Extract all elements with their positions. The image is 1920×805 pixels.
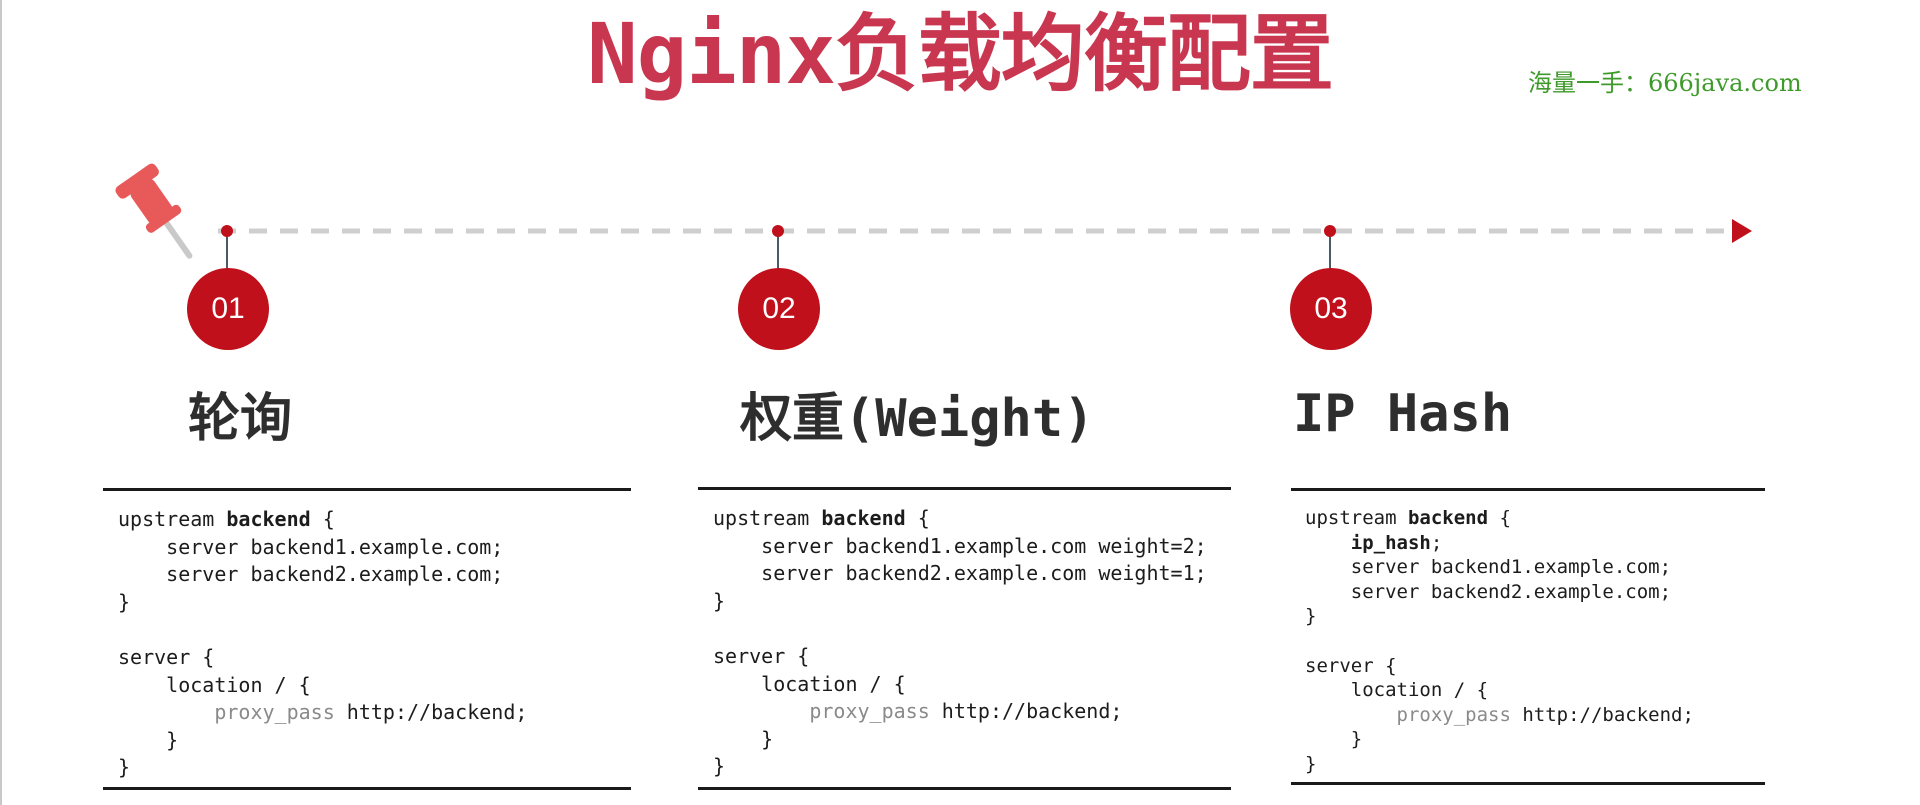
code-line: } (1305, 727, 1765, 752)
code-line: server backend2.example.com; (1305, 580, 1765, 605)
step-title-2: 权重(Weight) (740, 389, 1095, 449)
step-number-2: 02 (738, 268, 820, 350)
code-line: proxy_pass http://backend; (713, 698, 1231, 726)
code-line: proxy_pass http://backend; (1305, 703, 1765, 728)
code-text: server backend1.example.com; (1305, 556, 1672, 579)
code-keyword: backend (821, 506, 906, 530)
code-line: location / { (118, 672, 631, 700)
code-block-3: upstream backend { ip_hash; server backe… (1291, 488, 1765, 785)
code-text: server backend2.example.com; (1305, 580, 1672, 603)
pushpin-icon (115, 163, 193, 259)
code-text: } (713, 754, 726, 779)
step-title-3: IP Hash (1293, 384, 1513, 444)
code-text: { (310, 507, 335, 531)
code-line: server { (1305, 654, 1765, 679)
code-line: server backend1.example.com; (118, 534, 631, 562)
code-line: server backend2.example.com weight=1; (713, 560, 1231, 588)
code-text: } (118, 727, 179, 752)
code-block-1: upstream backend { server backend1.examp… (103, 488, 631, 790)
code-text: location / { (1305, 679, 1489, 702)
code-text: ; (1430, 531, 1443, 554)
code-line: upstream backend { (1305, 506, 1765, 531)
code-text: server { (713, 643, 810, 668)
code-line: upstream backend { (713, 505, 1231, 533)
code-text: server backend2.example.com; (118, 562, 504, 587)
step-dot-2 (772, 225, 784, 237)
code-text: server { (118, 644, 215, 669)
code-line: } (1305, 752, 1765, 777)
code-line: } (118, 727, 631, 755)
watermark-text: 海量一手：666java.com (1528, 69, 1802, 97)
code-text: } (118, 589, 131, 614)
code-line: } (713, 753, 1231, 781)
code-text: server backend1.example.com weight=2; (713, 533, 1207, 558)
code-keyword: backend (1407, 507, 1489, 529)
code-text: http://backend; (334, 700, 528, 725)
code-text: server backend2.example.com weight=1; (713, 561, 1207, 586)
code-text: upstream (118, 507, 227, 531)
code-text: } (1305, 728, 1363, 751)
code-text: server { (1305, 654, 1397, 677)
code-text: http://backend; (1510, 703, 1694, 726)
code-line: } (713, 726, 1231, 754)
page-left-edge (0, 0, 2, 805)
code-text: upstream (1305, 507, 1408, 529)
step-dot-1 (221, 225, 233, 237)
code-keyword: ip_hash (1350, 531, 1431, 554)
code-text: location / { (713, 671, 906, 696)
code-directive: proxy_pass (214, 700, 335, 725)
code-text: http://backend; (929, 699, 1123, 724)
step-dot-3 (1324, 225, 1336, 237)
code-line: proxy_pass http://backend; (118, 699, 631, 727)
code-line: server backend1.example.com; (1305, 555, 1765, 580)
code-line: server backend2.example.com; (118, 561, 631, 589)
step-title-1: 轮询 (188, 389, 293, 449)
step-number-3: 03 (1290, 268, 1372, 350)
code-block-2: upstream backend { server backend1.examp… (698, 487, 1231, 790)
step-number-1: 01 (187, 268, 269, 350)
code-text: server backend1.example.com; (118, 534, 504, 559)
code-line: location / { (713, 671, 1231, 699)
code-line: } (118, 589, 631, 617)
code-text: } (118, 755, 131, 780)
code-line: } (1305, 604, 1765, 629)
code-text: location / { (118, 672, 311, 697)
code-line: server { (713, 643, 1231, 671)
code-line: server backend1.example.com weight=2; (713, 533, 1231, 561)
code-line: } (118, 754, 631, 782)
code-text: { (1488, 507, 1511, 529)
code-line: location / { (1305, 678, 1765, 703)
code-line: server { (118, 644, 631, 672)
code-directive: proxy_pass (1396, 703, 1511, 726)
code-text: upstream (713, 506, 822, 530)
code-line: ip_hash; (1305, 531, 1765, 556)
code-text: } (713, 588, 726, 613)
code-text: { (905, 506, 930, 530)
code-text: } (1305, 605, 1317, 628)
arrow-right-icon (1732, 219, 1752, 243)
code-directive: proxy_pass (809, 699, 930, 724)
code-text: } (713, 726, 774, 751)
code-keyword: backend (226, 507, 311, 531)
code-line: upstream backend { (118, 506, 631, 534)
code-line: } (713, 588, 1231, 616)
code-text: } (1305, 752, 1317, 775)
